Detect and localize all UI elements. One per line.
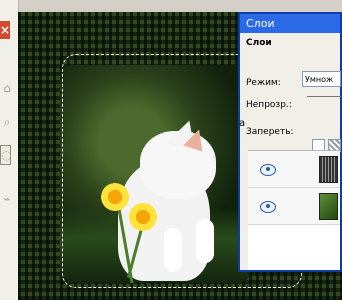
layer-thumbnail-1 (319, 156, 338, 183)
layer-thumbnail-2 (319, 193, 338, 220)
lock-label: Запереть: (246, 127, 294, 137)
panel-title: Слои (240, 14, 340, 33)
layers-panel: Слои Слои Режим: Умнож Непрозр.: Заперет… (238, 12, 342, 272)
blend-mode-select[interactable]: Умнож (302, 71, 341, 87)
opacity-slider[interactable] (307, 96, 341, 97)
tool-icon-2[interactable]: ⌕ (0, 113, 14, 131)
tool-icon-1[interactable]: ⌂ (0, 79, 14, 97)
opacity-label: Непрозр.: (246, 100, 292, 110)
close-icon[interactable]: × (0, 21, 10, 39)
layer-row[interactable] (248, 188, 340, 225)
tool-icon-3[interactable]: ◌ (0, 145, 11, 165)
layers-tab[interactable]: Слои (246, 38, 340, 48)
eye-icon[interactable] (260, 201, 276, 213)
eye-icon[interactable] (260, 164, 276, 176)
layers-list (248, 150, 340, 270)
layer-row[interactable] (248, 151, 340, 188)
mode-label: Режим: (246, 78, 281, 88)
tool-icon-4[interactable]: ⌁ (0, 190, 14, 208)
edge-label: a (239, 118, 246, 129)
left-toolbar: × ⌂ ⌕ ◌ ⌁ (0, 0, 19, 300)
